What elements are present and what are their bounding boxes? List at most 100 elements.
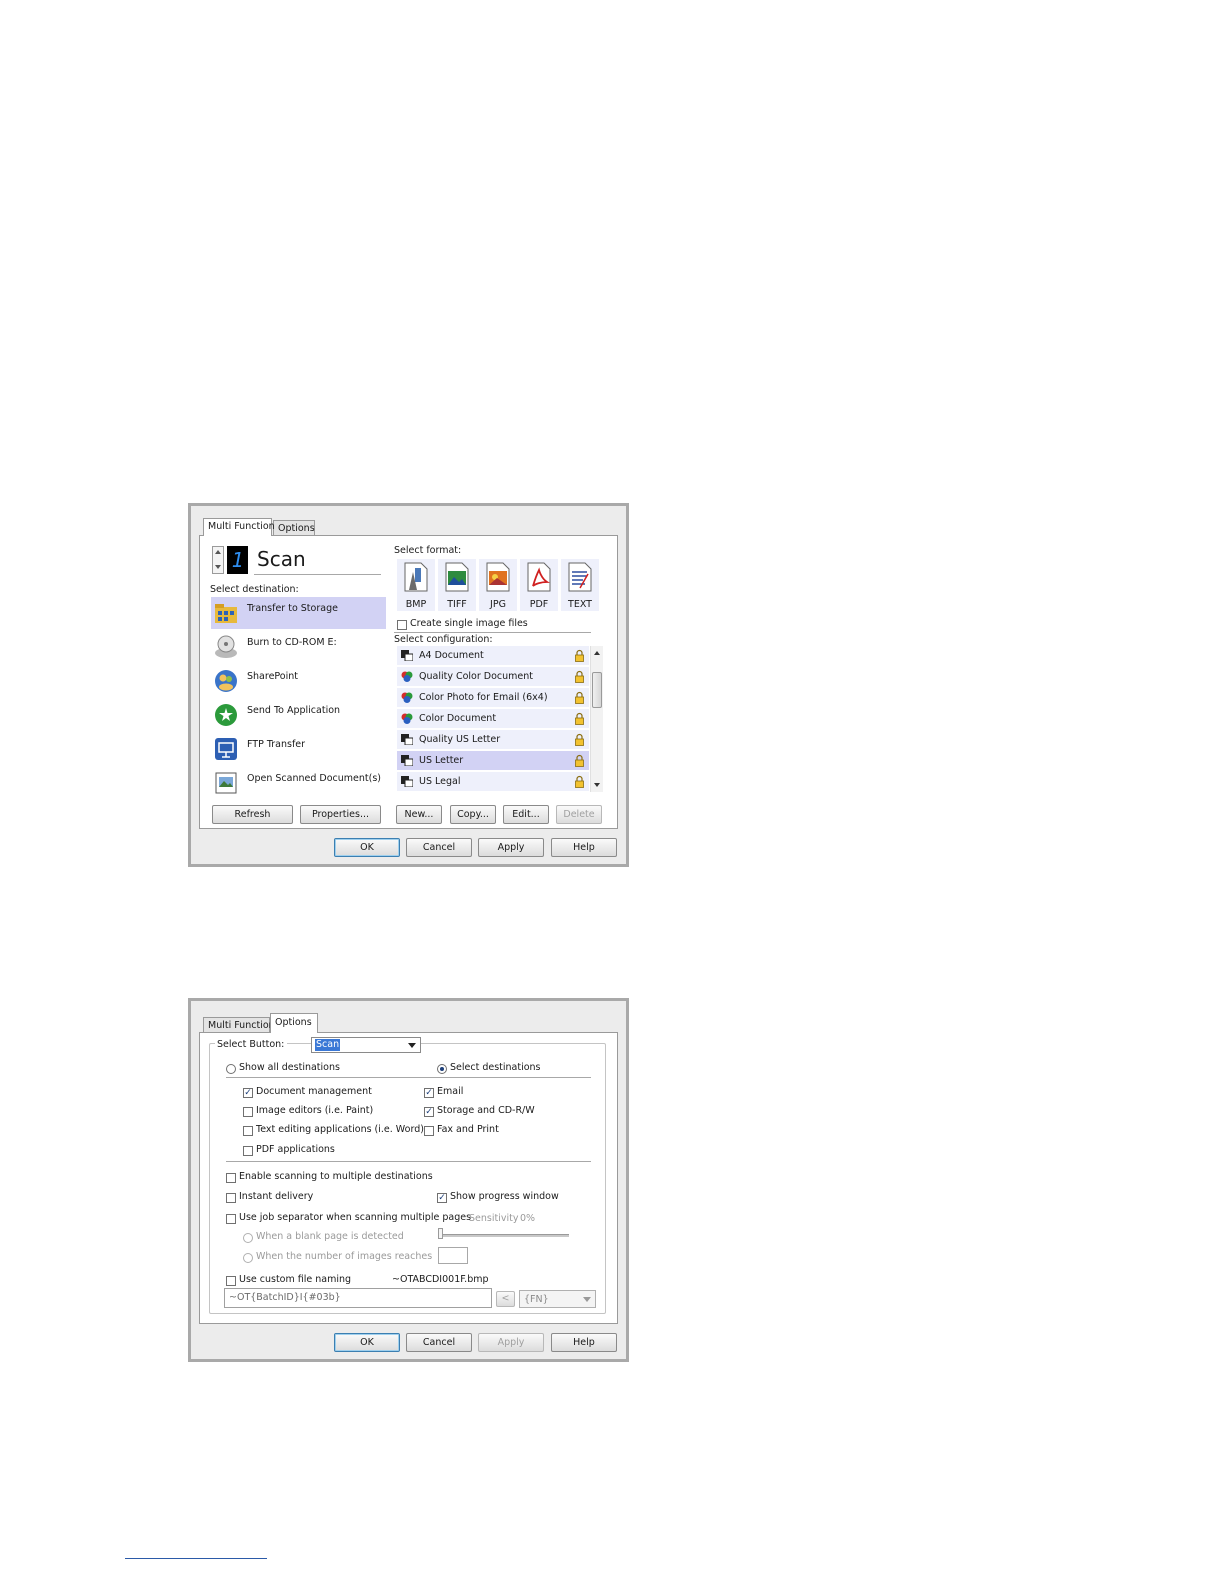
enable-multiple-destinations-checkbox[interactable] — [226, 1173, 236, 1183]
configuration-label: Color Photo for Email (6x4) — [419, 692, 548, 703]
token-dropdown[interactable]: {FN} — [519, 1290, 596, 1308]
document-management-label: Document management — [256, 1086, 372, 1097]
storage-and-cdrw-checkbox[interactable]: ✓ — [424, 1107, 434, 1117]
options-dialog: Multi Function Options Select Button: Sc… — [188, 998, 629, 1362]
format-label: TEXT — [568, 599, 592, 610]
configuration-quality-color-document[interactable]: Quality Color Document — [397, 667, 589, 687]
sensitivity-slider-thumb[interactable] — [438, 1228, 443, 1239]
destination-label: Burn to CD-ROM E: — [247, 637, 337, 648]
naming-pattern-field[interactable]: ~OT{BatchID}I{#03b} — [224, 1288, 492, 1308]
bw-document-icon — [401, 650, 413, 661]
instant-delivery-checkbox[interactable] — [226, 1193, 236, 1203]
select-button-dropdown[interactable]: Scan — [311, 1037, 421, 1053]
edit-button[interactable]: Edit... — [503, 805, 549, 824]
lock-icon — [575, 754, 584, 767]
format-tiff[interactable]: TIFF — [438, 559, 476, 611]
create-single-image-checkbox[interactable] — [397, 620, 407, 630]
configuration-label: US Letter — [419, 755, 464, 766]
properties-button[interactable]: Properties... — [300, 805, 381, 824]
tab-multi-function[interactable]: Multi Function — [203, 1017, 275, 1032]
spin-down-icon[interactable] — [215, 565, 221, 569]
job-separator-checkbox[interactable] — [226, 1214, 236, 1224]
job-separator-label: Use job separator when scanning multiple… — [239, 1212, 472, 1223]
configuration-color-document[interactable]: Color Document — [397, 709, 589, 729]
scroll-down-icon[interactable] — [594, 783, 600, 787]
select-destinations-radio[interactable] — [437, 1064, 447, 1074]
cancel-button[interactable]: Cancel — [406, 1333, 472, 1352]
cd-rom-icon — [215, 635, 237, 658]
configuration-us-letter[interactable]: US Letter — [397, 751, 589, 771]
destination-label: Open Scanned Document(s) — [247, 773, 381, 784]
token-value: {FN} — [524, 1294, 549, 1305]
file-name-preview: ~OTABCDI001F.bmp — [392, 1274, 489, 1285]
help-button[interactable]: Help — [551, 1333, 617, 1352]
bw-document-icon — [401, 755, 413, 766]
blank-page-radio[interactable] — [243, 1233, 253, 1243]
insert-token-button[interactable]: < — [496, 1291, 515, 1307]
select-destination-label: Select destination: — [210, 584, 299, 595]
email-checkbox[interactable]: ✓ — [424, 1088, 434, 1098]
lock-icon — [575, 775, 584, 788]
send-to-application-icon — [215, 704, 237, 726]
configuration-us-legal[interactable]: US Legal — [397, 772, 589, 792]
destination-sharepoint[interactable]: SharePoint — [211, 665, 386, 698]
blank-page-label: When a blank page is detected — [256, 1231, 404, 1242]
copy-button[interactable]: Copy... — [450, 805, 496, 824]
destination-transfer-to-storage[interactable]: Transfer to Storage — [211, 597, 386, 630]
tab-multi-function[interactable]: Multi Function — [203, 518, 275, 536]
format-pdf[interactable]: PDF — [520, 559, 558, 611]
apply-button[interactable]: Apply — [478, 1333, 544, 1352]
fax-and-print-checkbox[interactable] — [424, 1126, 434, 1136]
scroll-up-icon[interactable] — [594, 651, 600, 655]
configuration-scrollbar[interactable] — [590, 646, 603, 792]
lock-icon — [575, 670, 584, 683]
show-all-destinations-radio[interactable] — [226, 1064, 236, 1074]
tab-options[interactable]: Options — [270, 1013, 318, 1033]
destination-burn-to-cd-rom[interactable]: Burn to CD-ROM E: — [211, 631, 386, 664]
configuration-quality-us-letter[interactable]: Quality US Letter — [397, 730, 589, 750]
delete-button[interactable]: Delete — [556, 805, 602, 824]
format-label: TIFF — [447, 599, 467, 610]
scroll-thumb[interactable] — [592, 672, 602, 708]
cancel-button[interactable]: Cancel — [406, 838, 472, 857]
ok-button[interactable]: OK — [334, 838, 400, 857]
instant-delivery-label: Instant delivery — [239, 1191, 314, 1202]
refresh-button[interactable]: Refresh — [212, 805, 293, 824]
tab-options[interactable]: Options — [273, 520, 315, 535]
button-number: 1 — [231, 548, 244, 572]
configuration-label: Quality Color Document — [419, 671, 534, 682]
email-label: Email — [437, 1086, 464, 1097]
spin-up-icon[interactable] — [215, 550, 221, 554]
ok-button[interactable]: OK — [334, 1333, 400, 1352]
format-jpg[interactable]: JPG — [479, 559, 517, 611]
images-count-field[interactable] — [438, 1247, 468, 1264]
format-bmp[interactable]: BMP — [397, 559, 435, 611]
help-button[interactable]: Help — [551, 838, 617, 857]
destination-open-scanned-documents[interactable]: Open Scanned Document(s) — [211, 767, 386, 800]
multi-function-dialog: Multi Function Options 1 Scan Select des… — [188, 503, 629, 867]
new-button[interactable]: New... — [396, 805, 442, 824]
custom-file-naming-checkbox[interactable] — [226, 1276, 236, 1286]
storage-and-cdrw-label: Storage and CD-R/W — [437, 1105, 535, 1116]
format-text[interactable]: TEXT — [561, 559, 599, 611]
apply-button[interactable]: Apply — [478, 838, 544, 857]
chevron-down-icon — [583, 1297, 591, 1302]
configuration-color-photo-for-email[interactable]: Color Photo for Email (6x4) — [397, 688, 589, 708]
document-management-checkbox[interactable]: ✓ — [243, 1088, 253, 1098]
text-editing-label: Text editing applications (i.e. Word) — [256, 1124, 424, 1135]
images-reaches-radio[interactable] — [243, 1253, 253, 1263]
jpg-format-icon — [486, 562, 510, 592]
image-editors-checkbox[interactable] — [243, 1107, 253, 1117]
sensitivity-slider-track — [441, 1234, 569, 1237]
text-editing-checkbox[interactable] — [243, 1126, 253, 1136]
configuration-a4-document[interactable]: A4 Document — [397, 646, 589, 666]
destination-ftp-transfer[interactable]: FTP Transfer — [211, 733, 386, 766]
pdf-applications-label: PDF applications — [256, 1144, 335, 1155]
button-spinner[interactable] — [212, 546, 224, 574]
pdf-applications-checkbox[interactable] — [243, 1146, 253, 1156]
footnote-separator — [125, 1558, 267, 1559]
image-editors-label: Image editors (i.e. Paint) — [256, 1105, 374, 1116]
format-label: PDF — [529, 599, 549, 610]
destination-send-to-application[interactable]: Send To Application — [211, 699, 386, 732]
show-progress-window-checkbox[interactable]: ✓ — [437, 1193, 447, 1203]
